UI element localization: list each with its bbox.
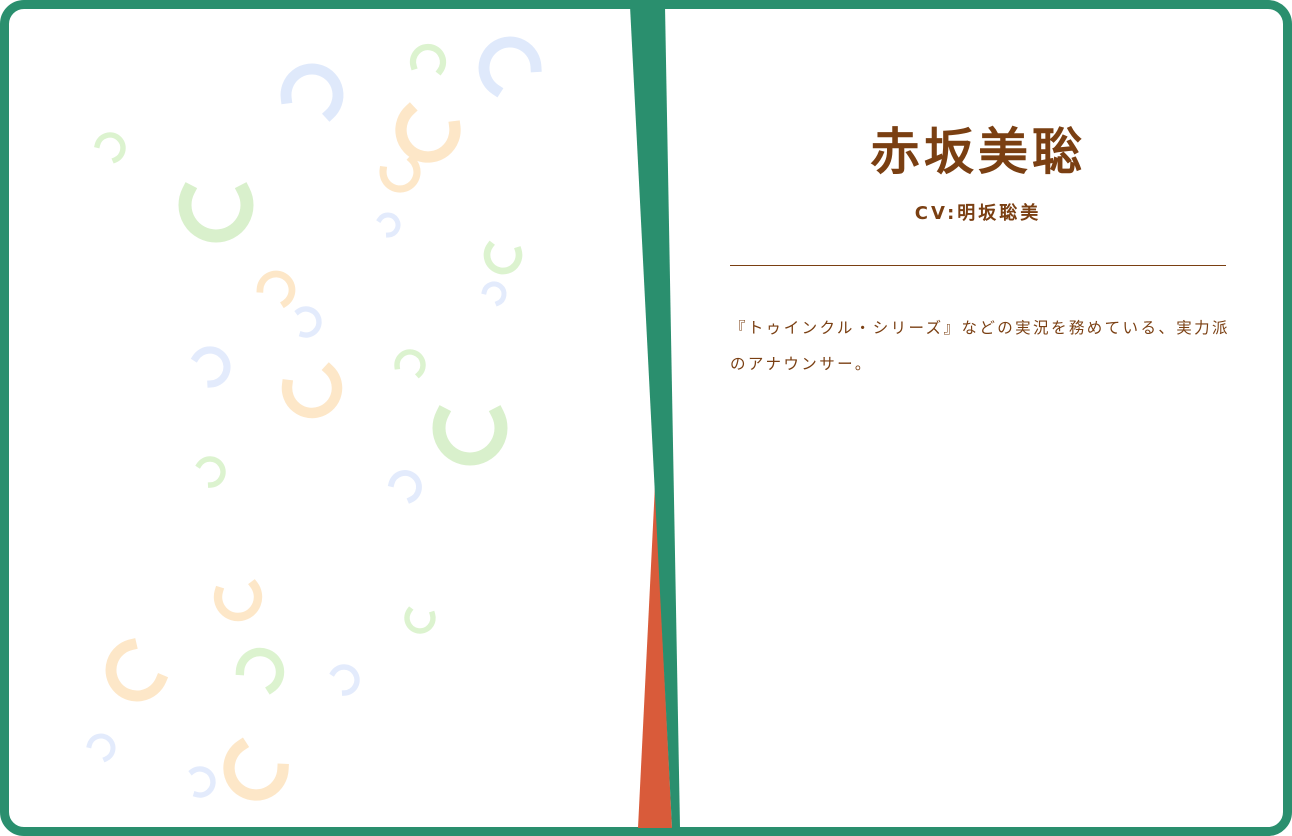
horseshoe-icon bbox=[432, 405, 508, 466]
divider bbox=[730, 265, 1226, 266]
horseshoe-icon bbox=[178, 182, 254, 243]
horseshoe-icon bbox=[188, 766, 216, 798]
horseshoe-icon bbox=[394, 349, 426, 379]
voice-actor: CV:明坂聡美 bbox=[914, 203, 1042, 224]
horseshoe-icon bbox=[213, 579, 263, 622]
horseshoe-icon bbox=[294, 306, 322, 338]
horseshoe-icon bbox=[223, 737, 289, 801]
horseshoe-icon bbox=[409, 43, 447, 76]
horseshoe-icon bbox=[235, 647, 285, 695]
horseshoe-icon bbox=[280, 63, 344, 122]
horseshoe-icon bbox=[387, 470, 422, 504]
horseshoe-icon bbox=[86, 733, 116, 763]
horseshoe-icon bbox=[478, 36, 542, 98]
horseshoe-icon bbox=[94, 132, 126, 164]
character-name: 赤坂美聡 bbox=[870, 123, 1086, 181]
horseshoe-pattern bbox=[86, 36, 542, 801]
horseshoe-icon bbox=[195, 456, 226, 488]
horseshoe-icon bbox=[190, 346, 231, 388]
character-description: 『トゥインクル・シリーズ』などの実況を務めている、実力派のアナウンサー。 bbox=[730, 319, 1230, 373]
horseshoe-icon bbox=[376, 212, 401, 238]
horseshoe-icon bbox=[395, 102, 461, 163]
horseshoe-icon bbox=[256, 270, 296, 309]
horseshoe-icon bbox=[483, 240, 523, 275]
horseshoe-icon bbox=[329, 664, 360, 696]
horseshoe-icon bbox=[281, 362, 343, 419]
horseshoe-icon bbox=[379, 154, 421, 193]
horseshoe-icon bbox=[404, 606, 436, 634]
horseshoe-icon bbox=[105, 638, 169, 702]
horseshoe-icon bbox=[481, 281, 507, 307]
